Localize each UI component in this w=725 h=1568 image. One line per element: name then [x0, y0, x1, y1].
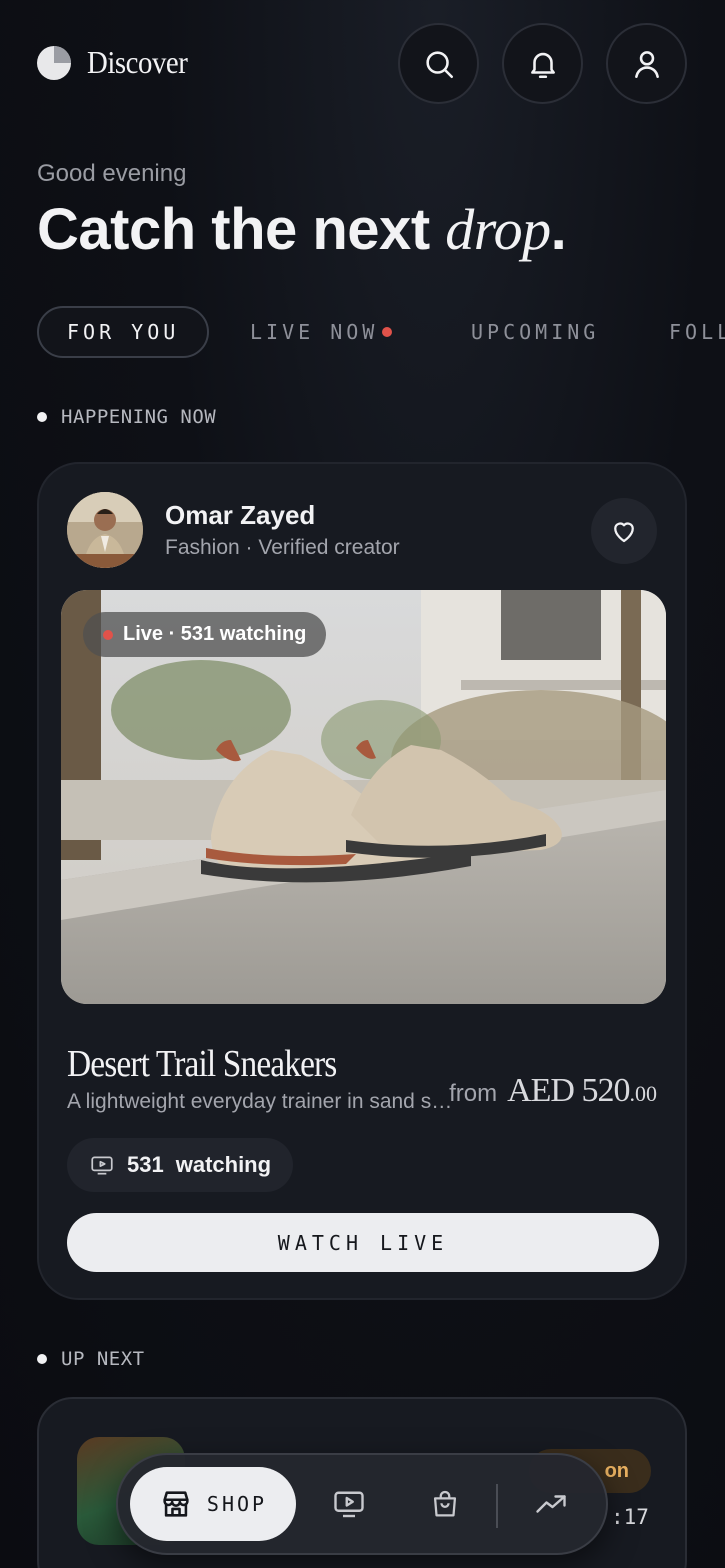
nav-shop[interactable]: SHOP — [130, 1467, 296, 1541]
tab-following[interactable]: FOLL — [669, 306, 725, 358]
product-title[interactable]: Desert Trail Sneakers — [67, 1042, 337, 1086]
bag-icon — [433, 1490, 457, 1517]
tab-for-you[interactable]: FOR YOU — [37, 306, 210, 358]
section-happening-now: HAPPENING NOW — [37, 406, 216, 428]
greeting: Good evening — [37, 160, 187, 187]
tab-label: LIVE NOW — [250, 320, 379, 344]
headline-suffix: . — [550, 197, 567, 262]
live-stream-card[interactable]: Omar Zayed Fashion · Verified creator Li… — [37, 462, 687, 1300]
nav-live[interactable] — [324, 1479, 374, 1529]
brand: Discover — [37, 44, 199, 81]
headline-italic: drop — [445, 197, 551, 262]
live-indicator-dot — [103, 629, 113, 640]
viewer-label: watching — [175, 1152, 272, 1177]
tv-icon — [91, 1156, 113, 1175]
live-badge-text: Live · 531 watching — [123, 623, 307, 645]
page-title: Discover — [87, 44, 188, 80]
creator-name[interactable]: Omar Zayed — [165, 500, 315, 531]
bottom-navigation: SHOP — [116, 1453, 608, 1555]
shop-icon — [163, 1491, 189, 1517]
category-tabs: FOR YOU LIVE NOW UPCOMING FOLL — [0, 306, 725, 358]
viewer-count-chip: 531 watching — [67, 1138, 294, 1192]
profile-button[interactable] — [606, 23, 687, 104]
search-button[interactable] — [398, 23, 479, 104]
notifications-button[interactable] — [502, 23, 583, 104]
tab-label: UPCOMING — [471, 320, 600, 344]
viewer-count: 531 — [127, 1152, 164, 1177]
section-label: UP NEXT — [61, 1348, 145, 1370]
app-logo — [37, 45, 71, 80]
watch-live-button[interactable]: WATCH LIVE — [67, 1213, 659, 1272]
headline: Catch the next drop. — [37, 196, 567, 263]
live-badge: Live · 531 watching — [83, 612, 327, 657]
tab-upcoming[interactable]: UPCOMING — [471, 306, 599, 358]
price-prefix: from — [449, 1080, 498, 1107]
avatar[interactable] — [67, 492, 143, 568]
product-description: A lightweight everyday trainer in sand s… — [67, 1090, 457, 1113]
avatar-image — [67, 492, 143, 568]
search-icon — [425, 50, 453, 78]
creator-status: Verified creator — [258, 536, 400, 559]
profile-icon — [634, 50, 659, 78]
price-cents: .00 — [629, 1081, 658, 1106]
live-indicator-dot — [382, 327, 393, 337]
bell-icon — [530, 52, 555, 78]
tab-live-now[interactable]: LIVE NOW — [250, 306, 393, 358]
creator-meta: Fashion · Verified creator — [165, 536, 400, 559]
nav-shop-label: SHOP — [206, 1492, 268, 1516]
nav-trending[interactable] — [526, 1479, 576, 1529]
price-amount: AED 520 — [507, 1072, 630, 1109]
product-price: from AED 520.00 — [449, 1072, 657, 1110]
nav-divider — [496, 1484, 498, 1528]
live-stream-preview[interactable]: Live · 531 watching — [61, 590, 666, 1004]
tab-label: FOLL — [669, 320, 725, 344]
tab-label: FOR YOU — [67, 320, 180, 344]
section-dot — [37, 412, 47, 422]
headline-main: Catch the next — [37, 197, 446, 262]
section-dot — [37, 1354, 47, 1364]
countdown-time: :17 — [611, 1505, 649, 1529]
favorite-button[interactable] — [591, 498, 657, 564]
app-header: Discover — [0, 0, 725, 128]
video-icon — [334, 1491, 364, 1518]
creator-category: Fashion — [165, 536, 240, 559]
section-label: HAPPENING NOW — [61, 406, 217, 428]
nav-bag[interactable] — [420, 1479, 470, 1529]
heart-icon — [614, 522, 634, 543]
trending-icon — [536, 1495, 566, 1513]
section-up-next: UP NEXT — [37, 1348, 145, 1370]
